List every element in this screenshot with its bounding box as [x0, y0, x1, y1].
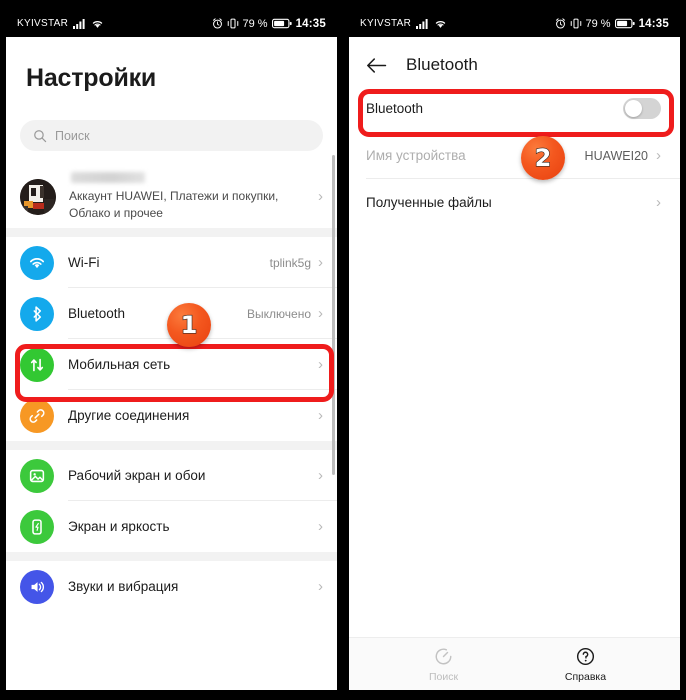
account-text: Аккаунт HUAWEI, Платежи и покупки, Облак…	[69, 172, 318, 220]
alarm-icon	[212, 18, 223, 29]
vibrate-icon	[570, 18, 582, 29]
sidebar-item-wifi[interactable]: Wi-Fi tplink5g ›	[6, 237, 337, 288]
page-title: Bluetooth	[406, 55, 478, 74]
sidebar-item-label: Экран и яркость	[68, 519, 170, 534]
bottom-bar-item-help[interactable]: Справка	[551, 646, 621, 683]
screenshot-root: KYIVSTAR 79 % 14:35 Настройки Поиск Акка…	[0, 0, 686, 700]
mobile-network-tile-icon	[20, 347, 54, 382]
status-bar-right: KYIVSTAR 79 % 14:35	[349, 10, 680, 37]
bottom-bar: Поиск Справка	[349, 637, 680, 690]
sound-tile-icon	[20, 569, 54, 604]
wifi-icon	[434, 18, 447, 29]
display-brightness-tile-icon	[20, 509, 54, 544]
chevron-right-icon: ›	[318, 467, 323, 484]
account-name-redacted	[71, 172, 145, 184]
bluetooth-toggle-label: Bluetooth	[366, 101, 424, 116]
sidebar-item-label: Другие соединения	[68, 408, 190, 423]
sidebar-item-label: Bluetooth	[68, 306, 126, 321]
chevron-right-icon: ›	[318, 578, 323, 595]
phone-screen-bluetooth: KYIVSTAR 79 % 14:35 Bluetooth Bluetooth …	[349, 10, 680, 690]
status-bar-right-group: 79 % 14:35	[555, 10, 670, 37]
sidebar-item-display-brightness[interactable]: Экран и яркость ›	[6, 501, 337, 552]
bluetooth-toggle-row[interactable]: Bluetooth	[349, 85, 680, 132]
status-bar-left-group: KYIVSTAR	[17, 18, 104, 29]
step-badge-1-number: 1	[180, 311, 198, 339]
signal-bars-icon	[73, 18, 86, 29]
link-tile-icon	[20, 398, 54, 433]
account-row[interactable]: Аккаунт HUAWEI, Платежи и покупки, Облак…	[6, 165, 337, 228]
wallpaper-tile-icon	[20, 458, 54, 493]
clock-label: 14:35	[638, 17, 669, 30]
step-badge-2: 2	[521, 136, 565, 180]
avatar	[20, 178, 56, 215]
app-bar: Bluetooth	[349, 37, 680, 85]
account-group: Аккаунт HUAWEI, Платежи и покупки, Облак…	[6, 165, 337, 228]
group-separator	[6, 228, 337, 237]
carrier-label: KYIVSTAR	[17, 18, 69, 29]
sidebar-item-label: Мобильная сеть	[68, 357, 171, 372]
toggle-knob	[625, 100, 642, 117]
step-badge-1: 1	[167, 303, 211, 347]
group-separator	[6, 552, 337, 561]
battery-icon	[614, 18, 635, 29]
search-input[interactable]: Поиск	[20, 120, 323, 151]
search-placeholder: Поиск	[55, 128, 90, 143]
chevron-right-icon: ›	[318, 356, 323, 373]
chevron-right-icon: ›	[318, 407, 323, 424]
scrollbar[interactable]	[332, 155, 335, 475]
carrier-label: KYIVSTAR	[360, 18, 412, 29]
bottom-bar-label: Справка	[564, 670, 607, 683]
settings-screen-body: Настройки Поиск Аккаунт HUAWEI, Платежи …	[6, 37, 337, 690]
battery-percent-label: 79 %	[242, 17, 268, 30]
wifi-value: tplink5g	[269, 255, 311, 270]
phone-screen-settings: KYIVSTAR 79 % 14:35 Настройки Поиск Акка…	[6, 10, 337, 690]
sidebar-item-other-connections[interactable]: Другие соединения ›	[6, 390, 337, 441]
display-group: Рабочий экран и обои › Экран и яркость ›	[6, 450, 337, 552]
account-subtitle: Аккаунт HUAWEI, Платежи и покупки, Облак…	[69, 189, 279, 220]
status-bar-left: KYIVSTAR 79 % 14:35	[6, 10, 337, 37]
bottom-bar-label: Поиск	[428, 670, 459, 683]
bluetooth-tile-icon	[20, 296, 54, 331]
battery-icon	[271, 18, 292, 29]
device-name-row[interactable]: Имя устройства HUAWEI20 ›	[349, 132, 680, 179]
chevron-right-icon: ›	[318, 188, 323, 205]
sidebar-item-label: Звуки и вибрация	[68, 579, 179, 594]
sidebar-item-label: Рабочий экран и обои	[68, 468, 206, 483]
sidebar-item-sounds-vibration[interactable]: Звуки и вибрация ›	[6, 561, 337, 612]
help-icon	[575, 646, 596, 667]
alarm-icon	[555, 18, 566, 29]
sidebar-item-home-screen-wallpaper[interactable]: Рабочий экран и обои ›	[6, 450, 337, 501]
clock-label: 14:35	[295, 17, 326, 30]
wifi-tile-icon	[20, 245, 54, 280]
received-files-label: Полученные файлы	[366, 195, 492, 210]
step-badge-2-number: 2	[534, 144, 552, 172]
back-arrow-icon[interactable]	[366, 57, 387, 74]
sound-group: Звуки и вибрация ›	[6, 561, 337, 612]
status-bar-right-group: 79 % 14:35	[212, 10, 327, 37]
page-title: Настройки	[26, 64, 157, 92]
signal-bars-icon	[416, 18, 429, 29]
scan-icon	[433, 646, 454, 667]
bluetooth-screen-body: Bluetooth Bluetooth Имя устройства HUAWE…	[349, 37, 680, 690]
bluetooth-state-value: Выключено	[247, 306, 311, 321]
group-separator	[6, 441, 337, 450]
chevron-right-icon: ›	[318, 254, 323, 271]
received-files-row[interactable]: Полученные файлы ›	[349, 179, 680, 226]
vibrate-icon	[227, 18, 239, 29]
battery-percent-label: 79 %	[585, 17, 611, 30]
device-name-value: HUAWEI20	[584, 148, 648, 163]
bluetooth-toggle[interactable]	[623, 98, 661, 119]
chevron-right-icon: ›	[318, 518, 323, 535]
search-icon	[33, 129, 47, 143]
sidebar-item-mobile-network[interactable]: Мобильная сеть ›	[6, 339, 337, 390]
chevron-right-icon: ›	[318, 305, 323, 322]
chevron-right-icon: ›	[656, 147, 661, 164]
chevron-right-icon: ›	[656, 194, 661, 211]
sidebar-item-label: Wi-Fi	[68, 255, 100, 270]
status-bar-left-group: KYIVSTAR	[360, 18, 447, 29]
bottom-bar-item-search[interactable]: Поиск	[409, 646, 479, 683]
wifi-icon	[91, 18, 104, 29]
